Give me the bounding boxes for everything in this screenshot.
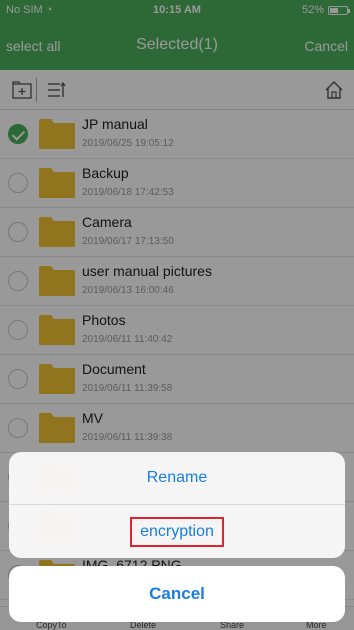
sheet-cancel-label: Cancel <box>149 584 205 603</box>
rename-action[interactable]: Rename <box>9 452 345 505</box>
action-sheet: Rename encryption <box>9 452 345 558</box>
sheet-cancel-button[interactable]: Cancel <box>9 566 345 622</box>
rename-label: Rename <box>146 469 208 486</box>
encryption-action[interactable]: encryption <box>9 505 345 558</box>
encryption-label: encryption <box>130 516 224 547</box>
